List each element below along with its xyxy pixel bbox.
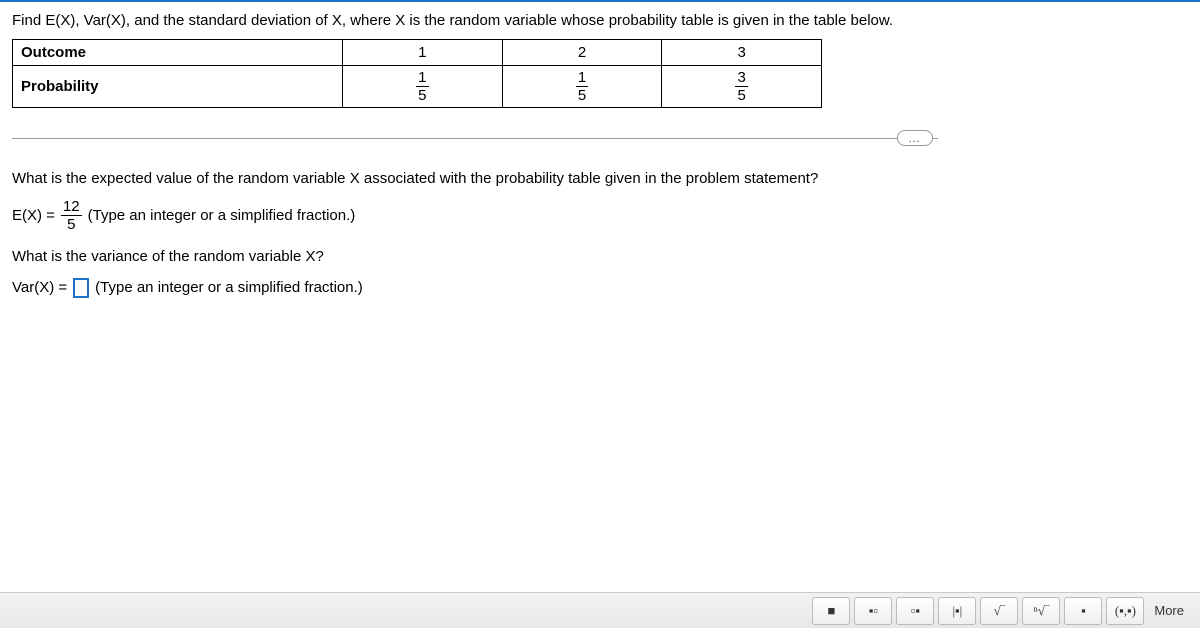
prob-3: 3 5 [662, 66, 822, 108]
ex-hint: (Type an integer or a simplified fractio… [88, 205, 356, 226]
expected-value-answer: E(X) = 12 5 (Type an integer or a simpli… [12, 199, 1188, 232]
outcome-1: 1 [343, 40, 503, 66]
var-hint: (Type an integer or a simplified fractio… [95, 277, 363, 298]
question-expected-value: What is the expected value of the random… [12, 168, 1188, 189]
tool-abs-icon[interactable]: |▪| [938, 597, 976, 625]
section-divider [12, 138, 938, 139]
probability-table: Outcome 1 2 3 Probability 1 5 1 5 [12, 39, 822, 108]
tool-point-icon[interactable]: (▪,▪) [1106, 597, 1144, 625]
math-toolbar: ■ ▪▫ ▫▪ |▪| √‾ ⁿ√‾ ▪ (▪,▪) More [0, 592, 1200, 628]
problem-statement: Find E(X), Var(X), and the standard devi… [12, 10, 1188, 31]
question-variance: What is the variance of the random varia… [12, 246, 1188, 267]
variance-answer: Var(X) = (Type an integer or a simplifie… [12, 277, 1188, 298]
tool-fraction-icon[interactable]: ■ [812, 597, 850, 625]
tool-mixed-right-icon[interactable]: ▫▪ [896, 597, 934, 625]
outcome-3: 3 [662, 40, 822, 66]
var-label: Var(X) = [12, 277, 67, 298]
outcome-label: Outcome [13, 40, 343, 66]
prob-1: 1 5 [343, 66, 503, 108]
more-options-button[interactable]: … [897, 130, 933, 146]
ex-label: E(X) = [12, 205, 55, 226]
outcome-2: 2 [502, 40, 662, 66]
probability-label: Probability [13, 66, 343, 108]
tool-sqrt-icon[interactable]: √‾ [980, 597, 1018, 625]
ex-value: 12 5 [61, 199, 82, 232]
tool-mixed-left-icon[interactable]: ▪▫ [854, 597, 892, 625]
tool-exponent-icon[interactable]: ▪ [1064, 597, 1102, 625]
toolbar-more-button[interactable]: More [1148, 603, 1190, 618]
tool-nroot-icon[interactable]: ⁿ√‾ [1022, 597, 1060, 625]
variance-input[interactable] [73, 278, 89, 298]
prob-2: 1 5 [502, 66, 662, 108]
